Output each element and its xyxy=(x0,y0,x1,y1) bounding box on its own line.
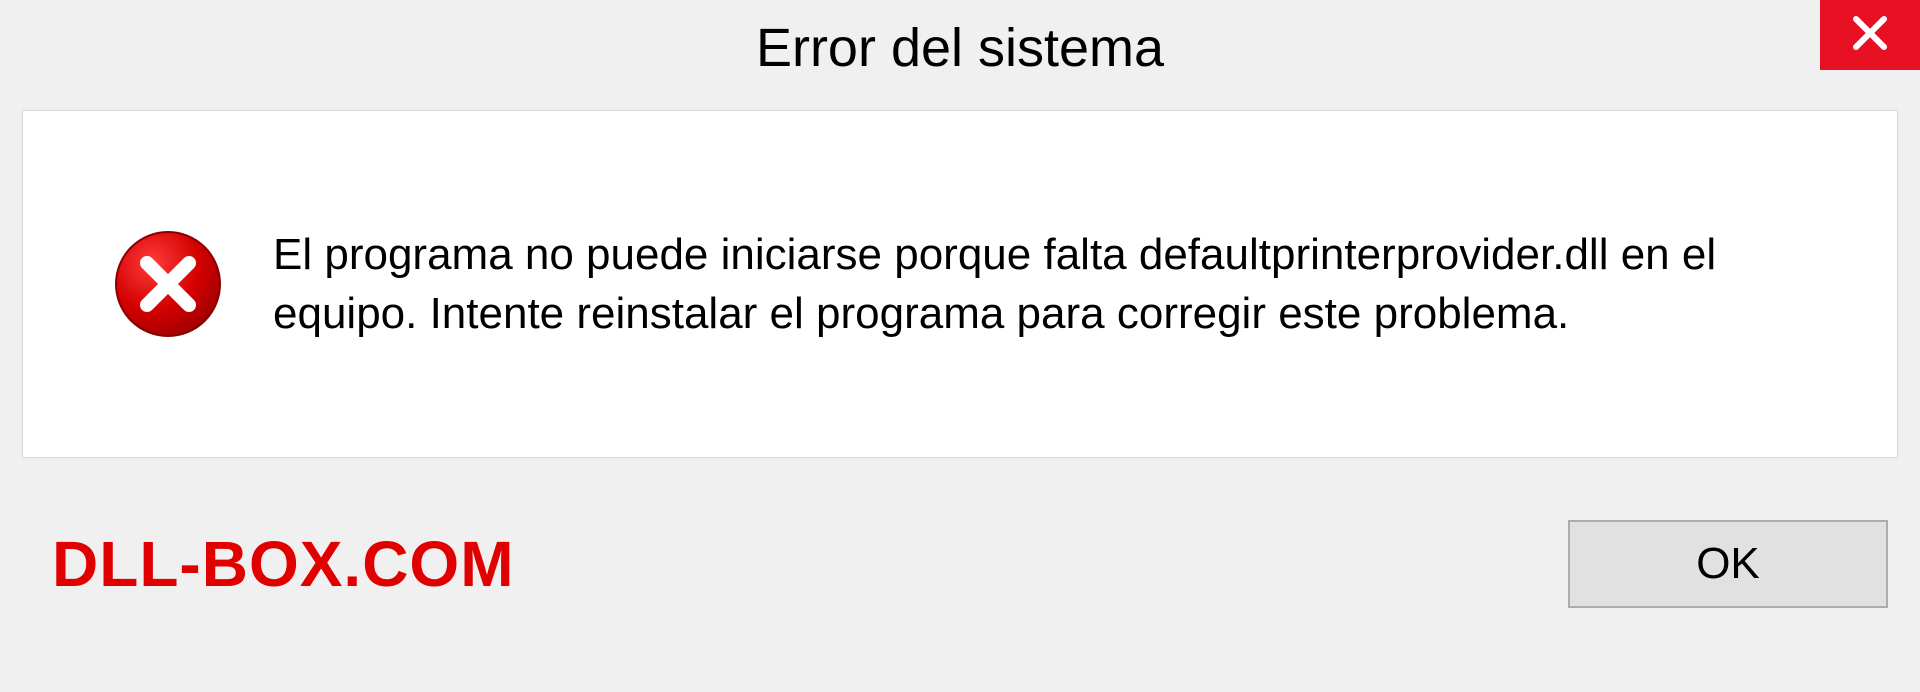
watermark-text: DLL-BOX.COM xyxy=(52,527,515,601)
close-button[interactable] xyxy=(1820,0,1920,70)
footer: DLL-BOX.COM OK xyxy=(22,458,1898,670)
close-icon xyxy=(1850,13,1890,58)
titlebar: Error del sistema xyxy=(0,0,1920,95)
dialog-title: Error del sistema xyxy=(756,17,1164,79)
error-message: El programa no puede iniciarse porque fa… xyxy=(273,225,1857,344)
content-panel: El programa no puede iniciarse porque fa… xyxy=(22,110,1898,458)
ok-button[interactable]: OK xyxy=(1568,520,1888,608)
error-icon xyxy=(113,229,223,339)
